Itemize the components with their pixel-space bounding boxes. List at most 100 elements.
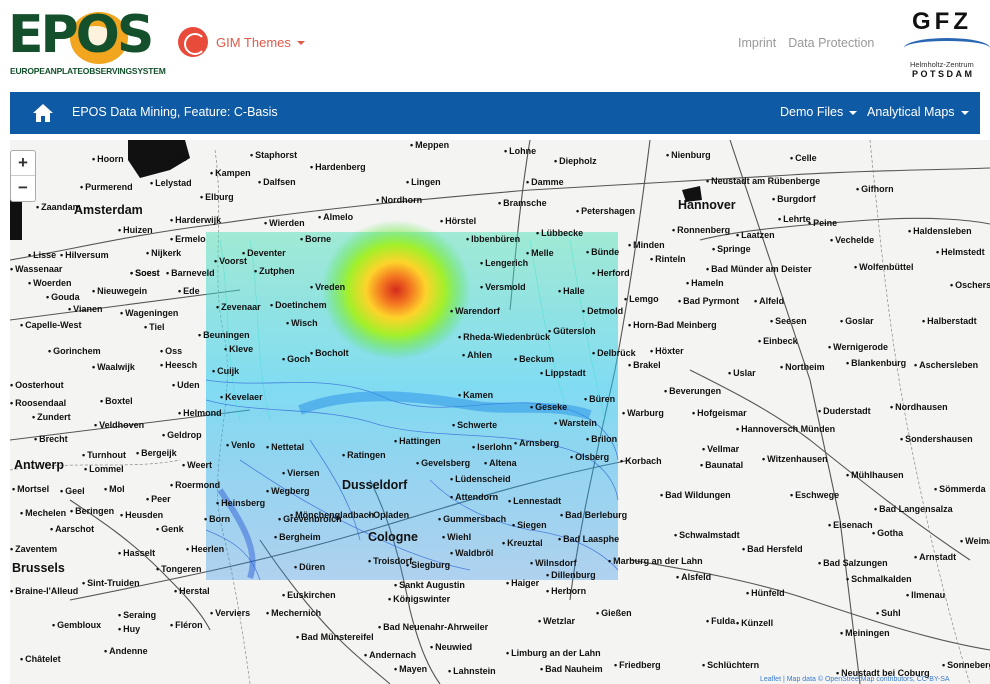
- city-label: Kampen: [210, 168, 251, 178]
- city-label: Blankenburg: [846, 358, 906, 368]
- data-protection-link[interactable]: Data Protection: [788, 36, 874, 50]
- gim-themes-label: GIM Themes: [216, 35, 305, 50]
- city-label: Nordhorn: [376, 195, 422, 205]
- imprint-link[interactable]: Imprint: [738, 36, 776, 50]
- gfz-arc-icon: [904, 38, 990, 58]
- city-label: Wisch: [286, 318, 317, 328]
- city-label: Helmstedt: [936, 247, 985, 257]
- city-label: Genk: [156, 524, 184, 534]
- city-label: Weert: [182, 460, 212, 470]
- city-label: Deventer: [242, 248, 286, 258]
- city-label: Rheda-Wiedenbrück: [458, 332, 550, 342]
- city-label: Beverungen: [664, 386, 721, 396]
- city-label: Bad Münstereifel: [296, 632, 374, 642]
- zoom-out-button[interactable]: −: [11, 176, 35, 201]
- city-label: Bad Wildungen: [660, 490, 730, 500]
- city-label: Aschersleben: [914, 360, 978, 370]
- city-label: Gütersloh: [548, 326, 596, 336]
- analytical-maps-menu[interactable]: Analytical Maps: [867, 105, 969, 119]
- city-label: Zaandam: [36, 202, 81, 212]
- gfz-logo-text: GFZ: [912, 8, 972, 35]
- gfz-subtitle: Helmholtz-Zentrum: [910, 60, 974, 69]
- city-label: Arnsberg: [514, 438, 559, 448]
- city-label: Warstein: [554, 418, 597, 428]
- city-label: Hünfeld: [746, 588, 785, 598]
- city-label: Vreden: [310, 282, 345, 292]
- city-label: Bad Neuenahr-Ahrweiler: [378, 622, 488, 632]
- city-label: Hardenberg: [310, 162, 366, 172]
- city-label: Kreuztal: [502, 538, 543, 548]
- city-label: Petershagen: [576, 206, 635, 216]
- city-label: Lommel: [84, 464, 124, 474]
- city-label: Bad Hersfeld: [742, 544, 803, 554]
- zoom-in-button[interactable]: +: [11, 151, 35, 176]
- city-label: Hattingen: [394, 436, 441, 446]
- city-label: Capelle-West: [20, 320, 81, 330]
- city-label: Sonneberg: [942, 660, 990, 670]
- home-icon[interactable]: [32, 103, 54, 123]
- gfz-city: POTSDAM: [912, 69, 975, 79]
- city-label: Heinsberg: [216, 498, 265, 508]
- city-label: Königswinter: [388, 594, 450, 604]
- city-label: Peine: [808, 218, 837, 228]
- city-label: Eisenach: [828, 520, 873, 530]
- city-label: Tongeren: [156, 564, 201, 574]
- city-label: Vellmar: [702, 444, 739, 454]
- page-title: EPOS Data Mining, Feature: C-Basis: [72, 105, 278, 119]
- city-label: Wiehl: [442, 532, 471, 542]
- city-label: Baunatal: [700, 460, 743, 470]
- caret-down-icon: [296, 41, 305, 46]
- gfz-logo[interactable]: GFZ Helmholtz-Zentrum POTSDAM: [900, 8, 990, 80]
- city-label: Waldbröl: [450, 548, 493, 558]
- city-label: Halberstadt: [922, 316, 977, 326]
- city-label: Wilnsdorf: [530, 558, 576, 568]
- city-label: Turnhout: [82, 450, 126, 460]
- city-label: Höxter: [650, 346, 684, 356]
- city-label: Kevelaer: [220, 392, 263, 402]
- city-label: Lüdenscheid: [450, 474, 511, 484]
- city-label: Nieuwegein: [92, 286, 147, 296]
- city-label: Gotha: [872, 528, 903, 538]
- city-label: Bergeijk: [136, 448, 177, 458]
- city-label: Celle: [790, 153, 817, 163]
- city-label: Brussels: [12, 561, 65, 575]
- city-label: Meppen: [410, 140, 449, 150]
- city-label: Alfeld: [754, 296, 784, 306]
- city-label: Harderwijk: [170, 215, 221, 225]
- city-label: Lengerich: [480, 258, 528, 268]
- city-label: Tiel: [144, 322, 164, 332]
- city-label: Hasselt: [118, 548, 155, 558]
- city-label: Seesen: [770, 316, 807, 326]
- city-label: Korbach: [620, 456, 662, 466]
- city-label: Andenne: [104, 646, 148, 656]
- city-label: Weimar: [960, 536, 990, 546]
- city-label: Nettetal: [266, 442, 304, 452]
- city-label: Eschwege: [790, 490, 839, 500]
- city-label: Gießen: [596, 608, 632, 618]
- city-label: Detmold: [582, 306, 623, 316]
- city-label: Amsterdam: [74, 203, 143, 217]
- demo-files-menu[interactable]: Demo Files: [780, 105, 858, 119]
- city-label: Attendorn: [450, 492, 498, 502]
- epos-logo-text: EPOS: [8, 5, 154, 65]
- city-label: Almelo: [318, 212, 353, 222]
- city-label: Witzenhausen: [762, 454, 827, 464]
- city-label: Bramsche: [498, 198, 547, 208]
- epos-logo[interactable]: EPOS EUROPEANPLATEOBSERVINGSYSTEM: [8, 6, 168, 76]
- city-label: Arnstadt: [914, 552, 956, 562]
- city-label: Grevenbroich: [278, 514, 342, 524]
- city-label: Boxtel: [100, 396, 133, 406]
- city-label: Lahnstein: [448, 666, 496, 676]
- city-label: Ermelo: [170, 234, 206, 244]
- map-container[interactable]: Amsterdam Hannover Antwerp Dusseldorf Cologn…: [10, 140, 990, 684]
- city-label: Zaventem: [10, 544, 57, 554]
- city-label: Sondershausen: [900, 434, 973, 444]
- main-navbar: EPOS Data Mining, Feature: C-Basis Demo …: [10, 92, 980, 134]
- city-label: Ilmenau: [906, 590, 945, 600]
- map-attribution[interactable]: Leaflet | Map data © OpenStreetMap contr…: [760, 676, 950, 683]
- gim-themes-dropdown[interactable]: GIM Themes: [178, 26, 305, 58]
- city-label: Viersen: [282, 468, 319, 478]
- city-label: Cologne: [368, 530, 418, 544]
- city-label: Schwerte: [452, 420, 497, 430]
- city-label: Gorinchem: [48, 346, 101, 356]
